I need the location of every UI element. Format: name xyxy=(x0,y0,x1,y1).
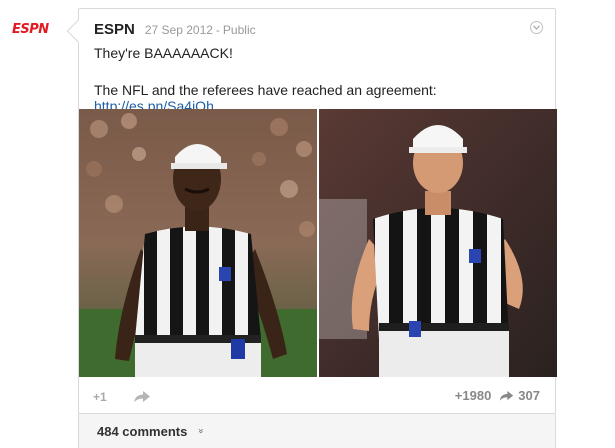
photo-album xyxy=(79,109,557,377)
referee-left-image xyxy=(79,109,317,377)
post-date[interactable]: 27 Sep 2012 xyxy=(145,23,213,37)
post-menu-button[interactable] xyxy=(530,21,543,34)
meta-separator: - xyxy=(215,23,220,37)
plus-count[interactable]: +1980 xyxy=(455,388,492,403)
engagement-counts: +1980 307 xyxy=(455,388,540,403)
share-icon[interactable] xyxy=(133,390,151,404)
post-visibility: Public xyxy=(222,23,256,37)
expand-chevron-icon[interactable]: » xyxy=(197,428,207,433)
author-name[interactable]: ESPN xyxy=(94,21,135,38)
post-header: ESPN 27 Sep 2012- Public xyxy=(94,21,540,43)
share-count[interactable]: 307 xyxy=(518,388,540,403)
post-card: ESPN 27 Sep 2012- Public They're BAAAAAAC… xyxy=(66,8,557,415)
chevron-down-icon xyxy=(533,25,540,30)
espn-logo: ESPN xyxy=(12,21,49,37)
comments-count[interactable]: 484 comments xyxy=(97,424,187,439)
post-meta: 27 Sep 2012- Public xyxy=(145,23,256,37)
post-text-line1: They're BAAAAAACK! xyxy=(94,45,233,61)
photo-referee-left[interactable] xyxy=(79,109,317,377)
photo-referee-right[interactable] xyxy=(319,109,557,377)
author-avatar[interactable]: ESPN xyxy=(12,21,58,37)
share-count-icon xyxy=(500,390,514,401)
post-actions: +1 +1980 307 xyxy=(79,381,555,415)
comments-toggle[interactable]: 484 comments » xyxy=(78,414,556,448)
card-pointer xyxy=(66,19,90,43)
plus-one-button[interactable]: +1 xyxy=(93,390,107,404)
referee-right-image xyxy=(319,109,557,377)
post-text-prefix: The NFL and the referees have reached an… xyxy=(94,82,437,98)
